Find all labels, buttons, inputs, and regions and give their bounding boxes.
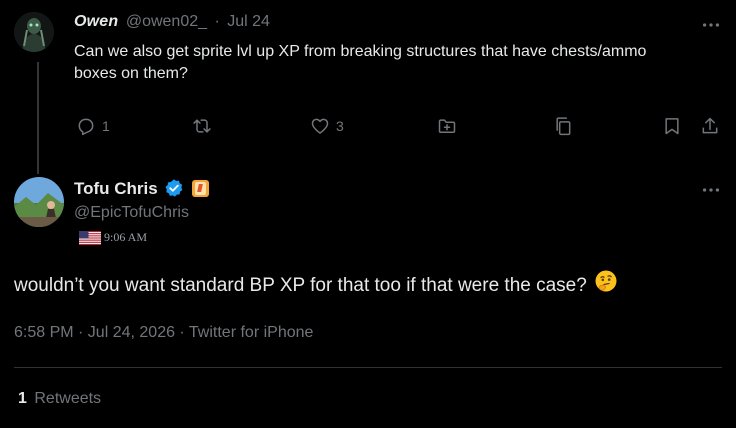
reply-display-name[interactable]: Owen: [74, 13, 118, 30]
reply-bookmark-button[interactable]: [662, 116, 682, 136]
main-tweet-text: wouldn’t you want standard BP XP for tha…: [14, 275, 587, 297]
main-author-row: Tofu Chris: [74, 178, 210, 199]
reply-header: Owen @owen02_ · Jul 24: [74, 13, 270, 31]
owen-avatar[interactable]: [14, 12, 54, 52]
thinking-face-emoji: [594, 269, 618, 299]
reply-retweet-button[interactable]: [191, 116, 213, 136]
main-handle[interactable]: @EpicTofuChris: [74, 204, 189, 222]
tofu-chris-avatar-image: [14, 177, 64, 227]
tofu-chris-avatar[interactable]: [14, 177, 64, 227]
main-display-name[interactable]: Tofu Chris: [74, 179, 158, 198]
thinking-face-icon: [595, 270, 617, 292]
main-more-button[interactable]: [700, 179, 722, 206]
local-time-row: 9:06 AM: [79, 230, 147, 245]
main-tweet-text-row: wouldn’t you want standard BP XP for tha…: [14, 270, 618, 299]
reply-handle[interactable]: @owen02_: [126, 13, 207, 30]
affiliate-badge-icon[interactable]: [192, 179, 210, 197]
copy-icon: [556, 117, 571, 136]
retweet-label: Retweets: [34, 390, 102, 407]
verified-badge-icon[interactable]: [164, 178, 184, 198]
reply-count: 1: [102, 118, 110, 134]
retweet-stats[interactable]: 1 Retweets: [18, 390, 101, 408]
reply-more-button[interactable]: [700, 14, 722, 41]
stats-divider: [14, 367, 722, 368]
reply-copy-button[interactable]: [553, 115, 573, 137]
reply-dot-separator: ·: [214, 13, 220, 30]
tweet-timestamp[interactable]: 6:58 PM · Jul 24, 2026 · Twitter for iPh…: [14, 324, 313, 342]
more-icon: [702, 188, 720, 192]
local-time: 9:06 AM: [104, 230, 148, 244]
retweet-count: 1: [18, 390, 27, 407]
thread-connector-line: [37, 62, 39, 174]
reply-share-button[interactable]: [700, 116, 720, 136]
heart-icon: [311, 118, 329, 134]
reply-reply-button[interactable]: 1: [76, 116, 110, 136]
reply-date[interactable]: Jul 24: [227, 13, 270, 30]
more-icon: [702, 23, 720, 27]
us-flag-icon: [79, 230, 101, 245]
reply-icon: [78, 118, 94, 136]
like-count: 3: [336, 118, 344, 134]
owen-avatar-image: [14, 12, 54, 52]
reply-text: Can we also get sprite lvl up XP from br…: [74, 43, 647, 82]
reply-like-button[interactable]: 3: [310, 116, 344, 136]
bookmark-icon: [665, 118, 679, 135]
add-folder-icon: [438, 119, 456, 133]
retweet-icon: [193, 119, 211, 133]
share-icon: [702, 117, 718, 134]
reply-add-folder-button[interactable]: [436, 116, 458, 136]
